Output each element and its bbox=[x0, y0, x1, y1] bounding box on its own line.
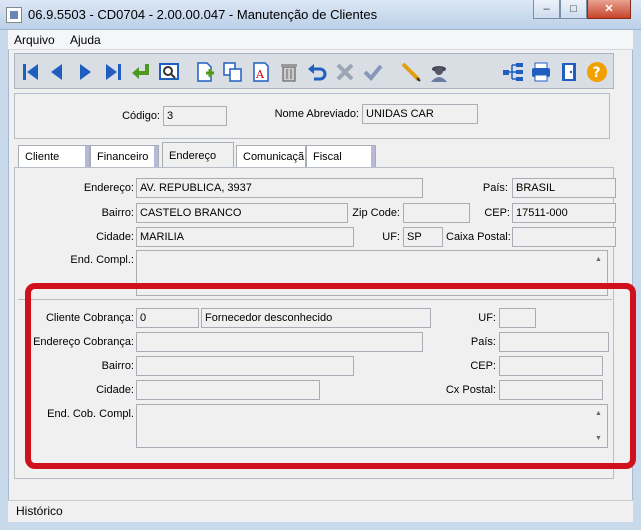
edit-icon[interactable]: A bbox=[249, 60, 273, 84]
uf-field[interactable]: SP bbox=[403, 227, 443, 247]
status-text: Histórico bbox=[16, 504, 63, 518]
goto-icon[interactable] bbox=[129, 60, 153, 84]
copy-icon[interactable] bbox=[221, 60, 245, 84]
end-compl-label: End. Compl.: bbox=[70, 254, 134, 266]
cep-field[interactable]: 17511-000 bbox=[512, 203, 616, 223]
tab-endereco[interactable]: Endereço bbox=[162, 142, 234, 168]
last-record-icon[interactable] bbox=[101, 60, 125, 84]
svg-text:A: A bbox=[255, 68, 265, 81]
nome-abreviado-label: Nome Abreviado: bbox=[274, 108, 359, 120]
menu-ajuda[interactable]: Ajuda bbox=[70, 33, 101, 47]
bairro-label: Bairro: bbox=[101, 207, 134, 219]
svg-text:?: ? bbox=[593, 65, 601, 81]
uf-label: UF: bbox=[382, 231, 400, 243]
edit-pencil-icon[interactable] bbox=[399, 60, 423, 84]
zip-code-label: Zip Code: bbox=[352, 207, 400, 219]
window-title: 06.9.5503 - CD0704 - 2.00.00.047 - Manut… bbox=[28, 7, 378, 22]
search-icon[interactable] bbox=[157, 60, 181, 84]
tab-financeiro[interactable]: Financeiro bbox=[90, 145, 159, 167]
codigo-field[interactable]: 3 bbox=[163, 106, 227, 126]
pais-label: País: bbox=[482, 182, 508, 194]
new-icon[interactable] bbox=[193, 60, 217, 84]
caixa-postal-label: Caixa Postal: bbox=[446, 231, 511, 243]
pais-field[interactable]: BRASIL bbox=[512, 178, 616, 198]
save-icon[interactable] bbox=[361, 60, 385, 84]
help-icon[interactable]: ? bbox=[585, 60, 609, 84]
maximize-button[interactable]: □ bbox=[560, 0, 587, 19]
first-record-icon[interactable] bbox=[19, 60, 43, 84]
scroll-up-icon[interactable]: ▲ bbox=[595, 256, 602, 263]
cidade-field[interactable]: MARILIA bbox=[136, 227, 354, 247]
tab-cliente[interactable]: Cliente bbox=[18, 145, 90, 167]
tree-icon[interactable] bbox=[501, 60, 525, 84]
nome-abreviado-field[interactable]: UNIDAS CAR bbox=[362, 104, 478, 124]
previous-record-icon[interactable] bbox=[45, 60, 69, 84]
close-button[interactable]: ✕ bbox=[587, 0, 631, 19]
bairro-field[interactable]: CASTELO BRANCO bbox=[136, 203, 348, 223]
zip-code-field[interactable] bbox=[403, 203, 470, 223]
endereco-label: Endereço: bbox=[83, 182, 134, 194]
cancel-icon[interactable] bbox=[333, 60, 357, 84]
next-record-icon[interactable] bbox=[73, 60, 97, 84]
menu-arquivo[interactable]: Arquivo bbox=[14, 33, 55, 47]
tab-comunicacao[interactable]: Comunicaçã bbox=[236, 145, 306, 167]
status-bar bbox=[8, 500, 633, 522]
app-icon bbox=[6, 7, 22, 23]
delete-icon[interactable] bbox=[277, 60, 301, 84]
codigo-label: Código: bbox=[122, 110, 160, 122]
endereco-field[interactable]: AV. REPUBLICA, 3937 bbox=[136, 178, 423, 198]
print-icon[interactable] bbox=[529, 60, 553, 84]
minimize-button[interactable]: – bbox=[533, 0, 560, 19]
user-query-icon[interactable] bbox=[427, 60, 451, 84]
undo-icon[interactable] bbox=[305, 60, 329, 84]
tab-fiscal[interactable]: Fiscal bbox=[306, 145, 376, 167]
toolbar: A ? bbox=[14, 53, 614, 89]
menu-bar bbox=[8, 30, 633, 50]
cidade-label: Cidade: bbox=[96, 231, 134, 243]
exit-icon[interactable] bbox=[557, 60, 581, 84]
caixa-postal-field[interactable] bbox=[512, 227, 616, 247]
cep-label: CEP: bbox=[484, 207, 510, 219]
highlight-box bbox=[25, 283, 636, 469]
